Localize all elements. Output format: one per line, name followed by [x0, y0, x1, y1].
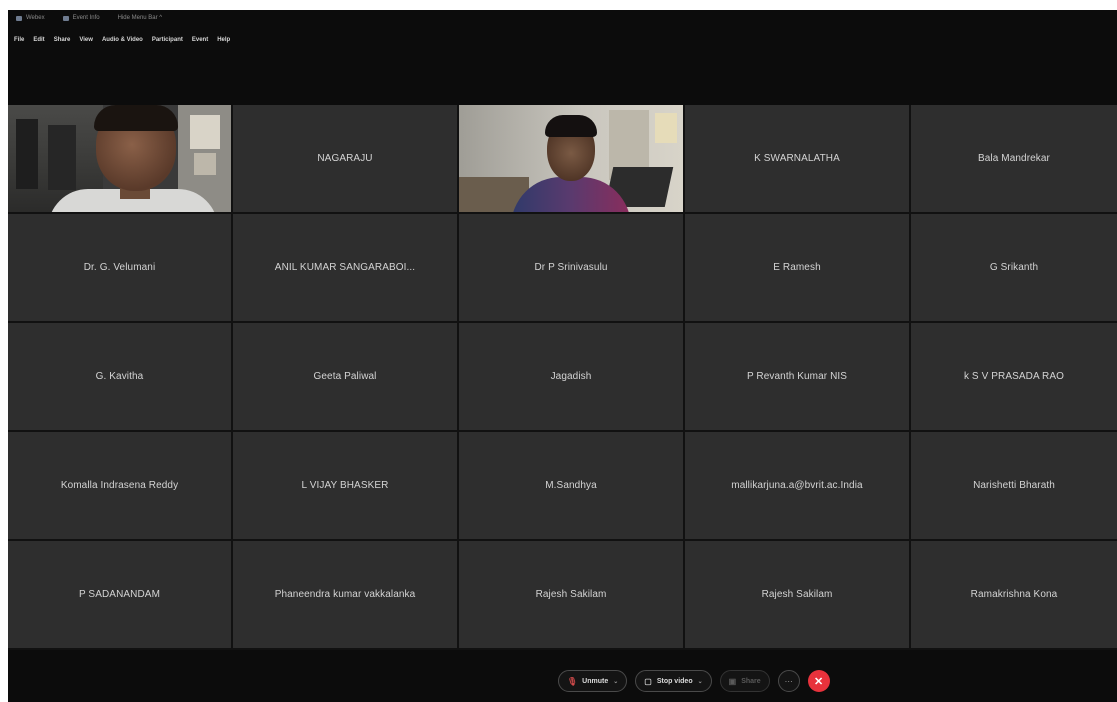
- participant-name: Ramakrishna Kona: [970, 589, 1058, 600]
- video-background: [48, 125, 76, 190]
- video-background: [194, 153, 216, 175]
- menu-event[interactable]: Event: [192, 37, 208, 43]
- titlebar-hide-menu-label: Hide Menu Bar ^: [117, 15, 163, 21]
- end-meeting-button[interactable]: ✕: [807, 670, 830, 692]
- participant-name: Dr. G. Velumani: [83, 262, 156, 273]
- participant-name: P SADANANDAM: [78, 589, 161, 600]
- share-screen-icon: ▣: [728, 676, 737, 686]
- menu-audio-video[interactable]: Audio & Video: [102, 37, 143, 43]
- title-bar: Webex Event Info Hide Menu Bar ^: [8, 10, 1117, 26]
- titlebar-item-hide-menu[interactable]: Hide Menu Bar ^: [118, 15, 163, 21]
- video-background: [16, 119, 38, 189]
- participant-name: Rajesh Sakilam: [535, 589, 607, 600]
- video-background: [655, 113, 677, 143]
- participant-video-tile[interactable]: [459, 105, 683, 212]
- participant-figure: [94, 105, 178, 131]
- chevron-down-icon[interactable]: ⌄: [698, 678, 703, 685]
- unmute-label: Unmute: [582, 677, 609, 685]
- titlebar-item-app[interactable]: Webex: [16, 15, 45, 21]
- participant-tile[interactable]: G. Kavitha: [8, 323, 231, 430]
- participant-tile[interactable]: M.Sandhya: [459, 432, 683, 539]
- participant-name: G. Kavitha: [95, 371, 144, 382]
- participant-name: P Revanth Kumar NIS: [746, 371, 848, 382]
- participant-tile[interactable]: NAGARAJU: [233, 105, 457, 212]
- participant-tile[interactable]: Phaneendra kumar vakkalanka: [233, 541, 457, 648]
- participant-name: M.Sandhya: [545, 480, 597, 491]
- participant-name: Komalla Indrasena Reddy: [60, 480, 179, 491]
- share-label: Share: [741, 677, 761, 685]
- participant-grid: NAGARAJU K SWARNALATHA Bala Mandrekar Dr…: [8, 105, 1117, 650]
- titlebar-item-event-info[interactable]: Event Info: [62, 15, 100, 21]
- unmute-button[interactable]: 🎙 Unmute ⌄: [558, 670, 628, 692]
- participant-tile[interactable]: L VIJAY BHASKER: [233, 432, 457, 539]
- participant-name: ANIL KUMAR SANGARABOI...: [274, 262, 416, 273]
- participant-tile[interactable]: Rajesh Sakilam: [685, 541, 909, 648]
- meeting-controls: 🎙 Unmute ⌄ ▢ Stop video ⌄ ▣ Share ··· ✕: [558, 670, 830, 692]
- participant-name: E Ramesh: [773, 262, 821, 273]
- participant-tile[interactable]: Dr P Srinivasulu: [459, 214, 683, 321]
- participant-tile[interactable]: k S V PRASADA RAO: [911, 323, 1117, 430]
- menu-participant[interactable]: Participant: [152, 37, 183, 43]
- participant-tile[interactable]: P Revanth Kumar NIS: [685, 323, 909, 430]
- participant-video-tile[interactable]: [8, 105, 231, 212]
- video-camera-icon: ▢: [644, 676, 652, 686]
- participant-tile[interactable]: G Srikanth: [911, 214, 1117, 321]
- participant-tile[interactable]: Geeta Paliwal: [233, 323, 457, 430]
- participant-tile[interactable]: Narishetti Bharath: [911, 432, 1117, 539]
- participant-tile[interactable]: K SWARNALATHA: [685, 105, 909, 212]
- participant-name: Bala Mandrekar: [978, 153, 1050, 164]
- participant-name: Geeta Paliwal: [313, 371, 377, 382]
- titlebar-event-info-label: Event Info: [72, 15, 100, 21]
- webex-meeting-window: Webex Event Info Hide Menu Bar ^ File Ed…: [8, 10, 1117, 702]
- participant-tile[interactable]: P SADANANDAM: [8, 541, 231, 648]
- participant-name: mallikarjuna.a@bvrit.ac.India: [731, 480, 863, 491]
- participant-name: Jagadish: [550, 371, 592, 382]
- participant-name: G Srikanth: [989, 262, 1039, 273]
- titlebar-app-label: Webex: [26, 15, 45, 21]
- app-logo-icon: [16, 15, 22, 21]
- participant-name: Phaneendra kumar vakkalanka: [274, 589, 416, 600]
- participant-figure: [545, 115, 597, 137]
- participant-tile[interactable]: Dr. G. Velumani: [8, 214, 231, 321]
- participant-name: K SWARNALATHA: [754, 153, 840, 164]
- participant-name: NAGARAJU: [317, 153, 373, 164]
- participant-name: Rajesh Sakilam: [761, 589, 833, 600]
- video-background: [190, 115, 220, 149]
- menu-view[interactable]: View: [79, 37, 93, 43]
- share-button[interactable]: ▣ Share: [719, 670, 770, 692]
- participant-tile[interactable]: E Ramesh: [685, 214, 909, 321]
- chevron-down-icon[interactable]: ⌄: [613, 678, 618, 685]
- stop-video-label: Stop video: [656, 677, 693, 685]
- menu-bar: File Edit Share View Audio & Video Parti…: [8, 32, 1117, 48]
- participant-name: Narishetti Bharath: [973, 480, 1055, 491]
- participant-name: L VIJAY BHASKER: [301, 480, 389, 491]
- menu-edit[interactable]: Edit: [33, 37, 44, 43]
- menu-share[interactable]: Share: [54, 37, 71, 43]
- close-icon: ✕: [814, 675, 824, 688]
- participant-tile[interactable]: mallikarjuna.a@bvrit.ac.India: [685, 432, 909, 539]
- participant-tile[interactable]: Jagadish: [459, 323, 683, 430]
- participant-tile[interactable]: Ramakrishna Kona: [911, 541, 1117, 648]
- stop-video-button[interactable]: ▢ Stop video ⌄: [635, 670, 712, 692]
- meeting-info-icon: [62, 15, 69, 21]
- more-icon: ···: [784, 676, 793, 686]
- participant-tile[interactable]: Bala Mandrekar: [911, 105, 1117, 212]
- microphone-muted-icon: 🎙: [567, 676, 578, 686]
- participant-tile[interactable]: ANIL KUMAR SANGARABOI...: [233, 214, 457, 321]
- participant-name: Dr P Srinivasulu: [534, 262, 608, 273]
- participant-name: k S V PRASADA RAO: [963, 371, 1065, 382]
- menu-help[interactable]: Help: [217, 37, 230, 43]
- participant-tile[interactable]: Komalla Indrasena Reddy: [8, 432, 231, 539]
- menu-file[interactable]: File: [14, 37, 24, 43]
- more-options-button[interactable]: ···: [777, 670, 800, 692]
- participant-tile[interactable]: Rajesh Sakilam: [459, 541, 683, 648]
